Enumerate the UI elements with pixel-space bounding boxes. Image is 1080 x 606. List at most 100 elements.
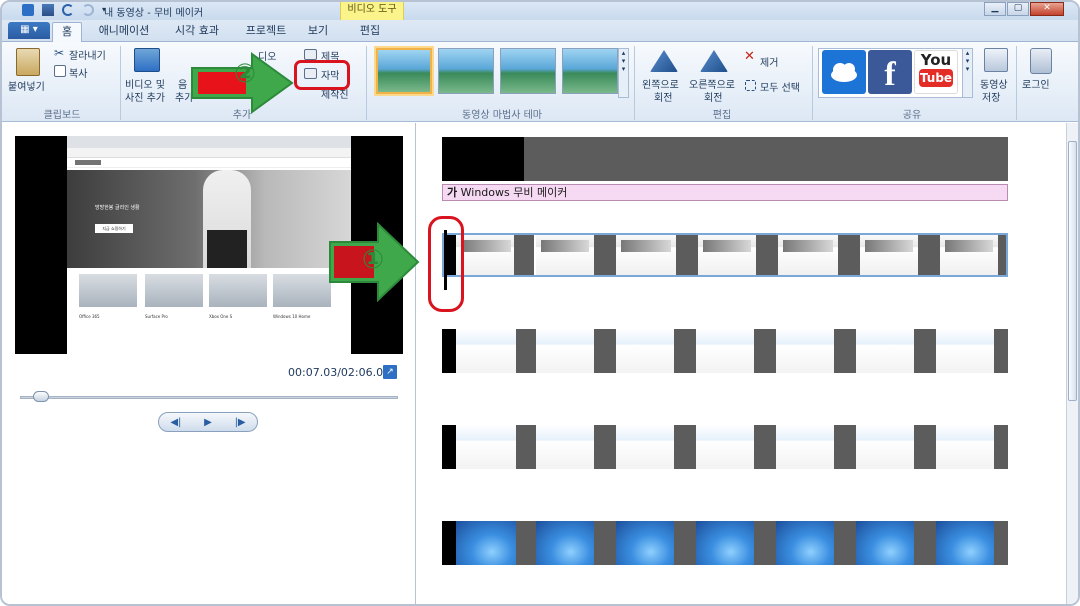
theme-default[interactable] [376,48,432,94]
tile-image [273,274,331,307]
tile-image [145,274,203,307]
seek-bar[interactable] [20,396,398,399]
undo-icon[interactable] [62,4,74,16]
rotate-right-icon [700,50,728,72]
tab-home[interactable]: 홈 [52,22,82,42]
seek-handle[interactable] [33,391,50,402]
site-logo [75,160,101,165]
fullscreen-expand-icon[interactable]: ↗ [383,365,397,379]
clip-frame-gap [914,329,936,373]
remove-button[interactable]: 제거 [760,54,778,69]
play-button[interactable]: ▶ [204,417,212,428]
clip-frame-gap [594,235,616,275]
tab-project[interactable]: 프로젝트 [238,22,294,42]
theme-contemporary[interactable] [438,48,494,94]
onedrive-icon[interactable] [822,50,866,94]
clip-frame [536,235,594,275]
tab-animations[interactable]: 애니메이션 [92,22,156,42]
theme-gallery-scroll[interactable]: ▴ ▾ ▾ [618,48,629,98]
group-separator [1016,46,1017,120]
browser-address-bar [67,148,351,158]
clip-frame [456,425,516,469]
save-icon[interactable] [42,4,54,16]
themes-group-label: 동영상 마법사 테마 [462,110,542,121]
share-group-label: 공유 [902,110,922,121]
title-clip-frame[interactable] [442,137,524,181]
video-clip[interactable] [442,329,1008,373]
group-separator [120,46,121,120]
close-button[interactable]: ✕ [1030,2,1064,16]
title-icon [304,49,317,60]
maximize-button[interactable]: ▢ [1007,2,1029,16]
add-video-photo-line2[interactable]: 사진 추가 [125,89,165,104]
playback-timecode: 00:07.03/02:06.00 [288,366,391,379]
theme-cinematic[interactable] [500,48,556,94]
clip-frame-gap [914,425,936,469]
window-controls: ▁ ▢ ✕ [984,2,1064,16]
title-clip-frame[interactable] [524,137,1008,181]
clip-frame [776,521,834,565]
rotate-right-line2[interactable]: 회전 [704,89,722,104]
tab-view[interactable]: 보기 [302,22,334,42]
paste-button[interactable]: 붙여넣기 [8,78,45,93]
video-clip[interactable] [442,521,1008,565]
copy-button[interactable]: 복사 [69,65,87,80]
clip-frame-gap [918,235,940,275]
youtube-text-top: You [920,51,952,69]
video-clip[interactable] [442,425,1008,469]
step2-number: ② [234,59,257,89]
tab-visual-effects[interactable]: 시각 효과 [167,22,227,42]
save-movie-line2[interactable]: 저장 [982,89,1000,104]
tile-caption: Windows 10 Home [273,314,311,319]
share-gallery-scroll[interactable]: ▴ ▾ ▾ [962,48,973,98]
clip-frame-gap [594,329,616,373]
save-movie-icon [984,48,1008,72]
youtube-text-bottom: Tube [919,69,953,87]
clip-frame [536,521,594,565]
clip-frame [936,425,994,469]
youtube-icon[interactable]: You Tube [914,50,958,94]
add-video-photo-icon [134,48,160,72]
previous-frame-button[interactable]: ◀| [170,417,181,428]
clip-frame [616,235,676,275]
select-all-icon [745,80,756,91]
app-icon[interactable] [22,4,34,16]
select-all-button[interactable]: 모두 선택 [760,79,800,94]
storyboard-scroll-thumb[interactable] [1068,141,1077,401]
title-caption-text: Windows 무비 메이커 [460,186,568,199]
clip-frame-gap [674,329,696,373]
signin-button[interactable]: 로그인 [1022,76,1050,91]
clip-frame [776,425,834,469]
clip-frame-gap [674,521,696,565]
video-clip-selected[interactable] [442,233,1008,277]
redo-icon[interactable] [82,4,94,16]
clip-frame [778,235,838,275]
clip-frame [536,425,594,469]
theme-fade[interactable] [562,48,618,94]
clip-frame-gap [834,425,856,469]
clip-frame [616,329,674,373]
clip-frame [698,235,756,275]
movie-maker-window: ▾ 내 동영상 - 무비 메이커 비디오 도구 ▁ ▢ ✕ ▦ ▾ 홈 애니메이… [0,0,1080,606]
title-caption-strip[interactable]: 가 Windows 무비 메이커 [442,184,1008,201]
cut-button[interactable]: 잘라내기 [69,47,106,62]
clip-frame-gap [994,521,1008,565]
site-hero-banner: 방방한봉 글리인 생활 지금 쇼핑하기 [67,170,351,268]
clip-frame-gap [834,521,856,565]
clip-frame-gap [594,425,616,469]
clip-frame-gap [676,235,698,275]
tab-edit[interactable]: 편집 [352,22,388,42]
copy-icon [54,65,66,77]
rotate-left-line2[interactable]: 회전 [654,89,672,104]
next-frame-button[interactable]: |▶ [235,417,246,428]
rotate-left-icon [650,50,678,72]
ribbon-tabs: ▦ ▾ 홈 애니메이션 시각 효과 프로젝트 보기 편집 [2,20,1078,42]
clip-frame [456,329,516,373]
file-menu-button[interactable]: ▦ ▾ [8,22,50,39]
facebook-icon[interactable]: f [868,50,912,94]
tile-caption: Surface Pro [145,314,168,319]
clip-frame-gap [756,235,778,275]
clip-frame-gap [998,235,1006,275]
storyboard-scrollbar[interactable] [1066,123,1078,604]
minimize-button[interactable]: ▁ [984,2,1006,16]
